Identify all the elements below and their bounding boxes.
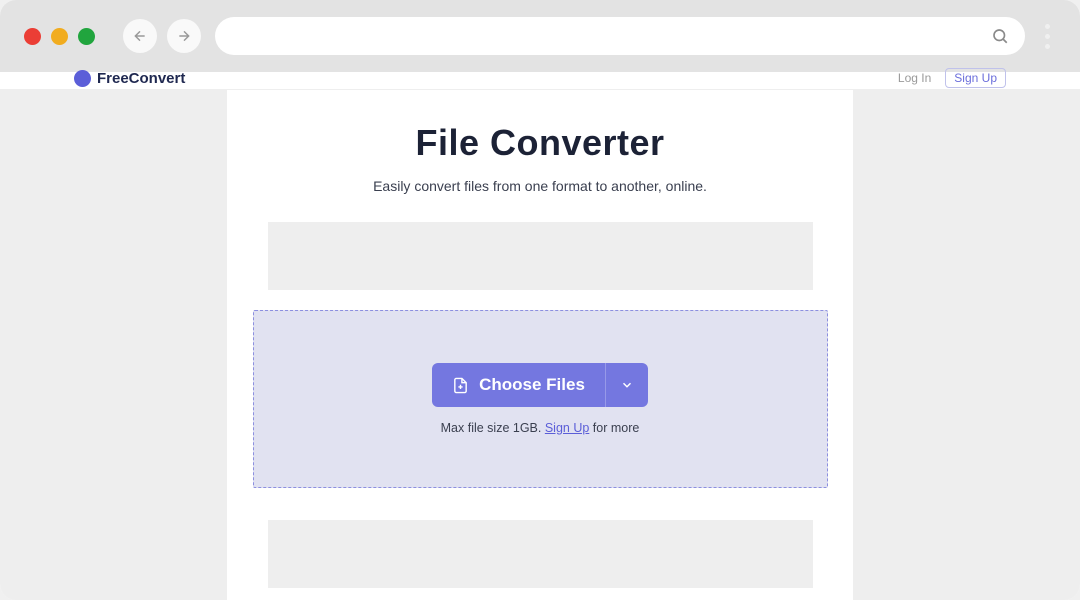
search-icon (991, 27, 1009, 45)
forward-button[interactable] (167, 19, 201, 53)
file-add-icon (452, 377, 469, 394)
page-body: File Converter Easily convert files from… (0, 90, 1080, 600)
choose-files-button[interactable]: Choose Files (432, 363, 605, 407)
address-bar[interactable] (215, 17, 1025, 55)
max-prefix: Max file size 1GB. (441, 421, 545, 435)
max-suffix: for more (589, 421, 639, 435)
logo-text: FreeConvert (97, 70, 185, 87)
back-button[interactable] (123, 19, 157, 53)
sidebar-ad-right (853, 122, 1068, 600)
arrow-left-icon (132, 28, 148, 44)
window-controls (24, 28, 95, 45)
page-title: File Converter (415, 122, 664, 164)
main-content: File Converter Easily convert files from… (227, 90, 853, 600)
browser-window: FreeConvert Log In Sign Up File Converte… (0, 0, 1080, 600)
ad-placeholder-bottom (268, 520, 813, 588)
nav-buttons (123, 19, 201, 53)
choose-files-dropdown[interactable] (605, 363, 648, 407)
browser-chrome (0, 0, 1080, 72)
ad-placeholder-top (268, 222, 813, 290)
chevron-down-icon (620, 378, 634, 392)
site-header: FreeConvert Log In Sign Up (0, 72, 1080, 90)
signup-inline-link[interactable]: Sign Up (545, 421, 589, 435)
kebab-dot-icon (1045, 44, 1050, 49)
browser-menu-button[interactable] (1039, 24, 1056, 49)
header-auth: Log In Sign Up (898, 68, 1006, 88)
minimize-window-button[interactable] (51, 28, 68, 45)
file-dropzone[interactable]: Choose Files Max file size 1GB. Sign Up … (253, 310, 828, 488)
choose-files-group: Choose Files (432, 363, 648, 407)
page-subtitle: Easily convert files from one format to … (373, 178, 707, 194)
signup-button[interactable]: Sign Up (945, 68, 1006, 88)
login-link[interactable]: Log In (898, 71, 931, 85)
max-file-text: Max file size 1GB. Sign Up for more (441, 421, 640, 435)
kebab-dot-icon (1045, 24, 1050, 29)
maximize-window-button[interactable] (78, 28, 95, 45)
arrow-right-icon (176, 28, 192, 44)
site-logo[interactable]: FreeConvert (74, 70, 185, 87)
choose-files-label: Choose Files (479, 375, 585, 395)
sidebar-ad-left (12, 122, 227, 600)
logo-icon (74, 70, 91, 87)
close-window-button[interactable] (24, 28, 41, 45)
kebab-dot-icon (1045, 34, 1050, 39)
